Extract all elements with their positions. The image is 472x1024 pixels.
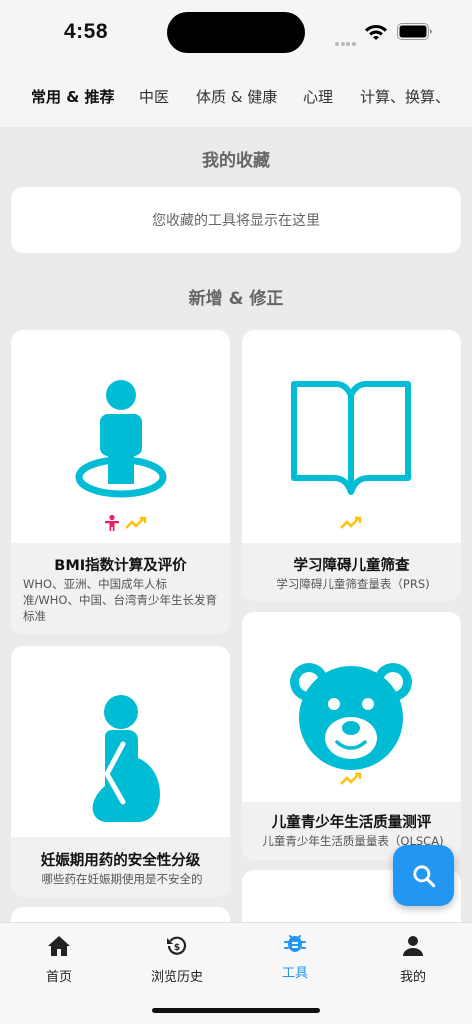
card-title: BMI指数计算及评价 [54,558,187,574]
nav-profile-label: 我的 [399,970,426,985]
favorites-empty-text: 您收藏的工具将显示在这里 [152,213,320,229]
person-icon [403,936,423,956]
tab-calculation[interactable]: 计算、换算、 [360,86,450,107]
tool-card-bmi[interactable]: BMI指数计算及评价 WHO、亚洲、中国成年人标准/WHO、中国、台湾青少年生长… [11,330,230,635]
card-image [11,646,230,837]
dynamic-island [167,12,305,53]
card-badges [340,772,362,786]
teddy-bear-icon [290,663,412,770]
search-icon [412,864,435,887]
favorites-title: 我的收藏 [202,151,270,171]
cellular-signal-icon [335,31,359,46]
person-on-spot-icon [75,380,167,498]
tab-tcm[interactable]: 中医 [139,86,169,107]
search-button[interactable] [393,845,454,906]
card-badges [340,516,362,530]
history-icon: $ [167,936,187,955]
favorites-empty-card: 您收藏的工具将显示在这里 [11,187,461,253]
nav-home[interactable]: 首页 [0,933,118,985]
open-book-icon [291,381,411,495]
tool-card-learning-disability[interactable]: 学习障碍儿童筛查 学习障碍儿童筛查量表（PRS) [242,330,461,601]
status-time: 4:58 [64,20,109,43]
card-description: 哪些药在妊娠期使用是不安全的 [41,872,203,886]
card-title: 学习障碍儿童筛查 [293,558,410,574]
nav-tools-label: 工具 [281,966,308,981]
wifi-icon [365,25,387,40]
nav-tools[interactable]: 工具 [236,929,354,981]
home-icon [48,936,70,956]
bug-icon [284,935,306,952]
battery-icon [397,23,432,40]
card-title: 儿童青少年生活质量测评 [271,815,432,831]
tab-psychology[interactable]: 心理 [303,86,333,107]
child-badge-icon [105,514,119,531]
card-image [242,612,461,802]
tool-card-pregnancy-drug-safety[interactable]: 妊娠期用药的安全性分级 哪些药在妊娠期使用是不安全的 [11,646,230,897]
trending-badge-icon [125,516,147,529]
nav-home-label: 首页 [45,970,72,985]
status-bar: 4:58 [0,0,472,66]
card-description: 学习障碍儿童筛查量表（PRS) [276,577,430,591]
tab-common-recommended[interactable]: 常用 & 推荐 [31,86,115,107]
trending-badge-icon [340,516,362,529]
svg-text:$: $ [174,943,180,953]
card-badges [103,514,147,532]
tab-constitution-health[interactable]: 体质 & 健康 [196,86,277,107]
pregnant-woman-icon [92,695,160,822]
card-image [11,330,230,543]
tool-card-child-quality-of-life[interactable]: 儿童青少年生活质量测评 儿童青少年生活质量量表（QLSCA) [242,612,461,860]
new-section-title: 新增 & 修正 [188,289,284,309]
nav-history-label: 浏览历史 [150,970,203,985]
card-description: WHO、亚洲、中国成年人标准/WHO、中国、台湾青少年生长发育标准 [23,577,217,623]
card-image [242,330,461,543]
nav-history[interactable]: $ 浏览历史 [118,933,236,985]
category-tabs: 常用 & 推荐 中医 体质 & 健康 心理 计算、换算、 [0,66,472,127]
home-indicator [152,1008,320,1013]
nav-profile[interactable]: 我的 [354,933,472,985]
trending-badge-icon [340,772,362,785]
card-title: 妊娠期用药的安全性分级 [40,853,201,869]
